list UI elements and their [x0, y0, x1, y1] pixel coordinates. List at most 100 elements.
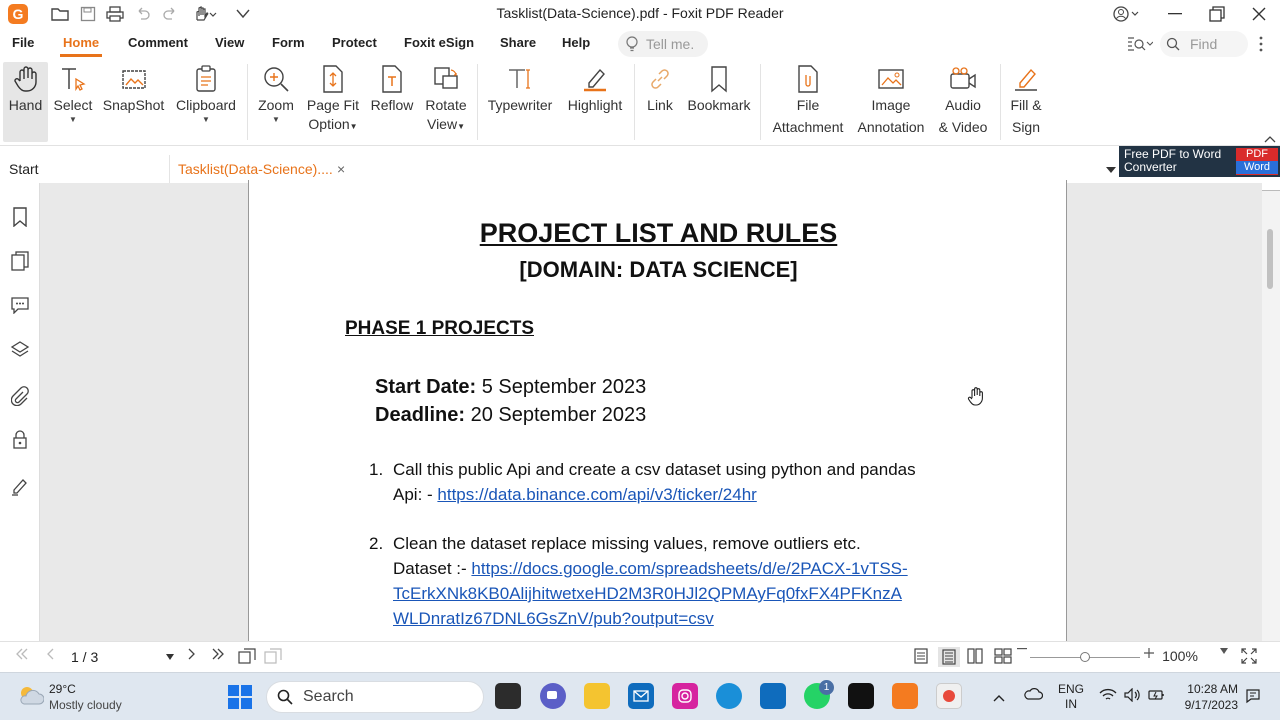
signature-panel-icon[interactable]: [9, 475, 31, 497]
tell-me-search[interactable]: Tell me.: [618, 31, 708, 57]
page-thumbnails-icon[interactable]: [9, 250, 31, 272]
more-options-icon[interactable]: [1259, 36, 1263, 57]
snapshot-button[interactable]: SnapShot: [100, 62, 167, 142]
zoom-in-icon[interactable]: [1142, 648, 1156, 658]
bookmark-panel-icon[interactable]: [9, 206, 31, 228]
bookmark-button[interactable]: Bookmark: [684, 62, 754, 142]
rotate-view-button[interactable]: Rotate View▼: [420, 62, 472, 142]
close-tab-icon[interactable]: ×: [337, 161, 345, 177]
reflow-button[interactable]: Reflow: [367, 62, 417, 142]
store-icon[interactable]: [760, 683, 786, 709]
typewriter-button[interactable]: Typewriter: [483, 62, 557, 142]
image-annotation-button[interactable]: Image Annotation: [853, 62, 929, 142]
menu-home[interactable]: Home: [63, 35, 99, 50]
continuous-view-icon[interactable]: [938, 647, 960, 667]
layers-panel-icon[interactable]: [9, 339, 31, 361]
zoom-slider-knob[interactable]: [1080, 652, 1090, 662]
zoom-out-icon[interactable]: [1016, 648, 1028, 650]
find-input[interactable]: Find: [1160, 31, 1248, 57]
dataset-link-end[interactable]: WLDnratIz67DNL6GsZnV/pub?output=csv: [393, 609, 714, 629]
notification-center-icon[interactable]: [1245, 688, 1261, 709]
task-view-icon[interactable]: [495, 683, 521, 709]
highlight-button[interactable]: Highlight: [561, 62, 629, 142]
tab-document[interactable]: Tasklist(Data-Science)....: [170, 155, 356, 183]
vertical-scrollbar[interactable]: [1262, 183, 1280, 641]
chat-icon[interactable]: [540, 683, 566, 709]
weather-description[interactable]: Mostly cloudy: [49, 698, 122, 712]
menu-protect[interactable]: Protect: [332, 35, 377, 50]
foxit-taskbar-icon[interactable]: [892, 683, 918, 709]
hand-tool-dropdown-icon[interactable]: [192, 4, 218, 24]
next-view-icon[interactable]: [264, 648, 282, 664]
attachments-panel-icon[interactable]: [9, 385, 31, 407]
file-explorer-icon[interactable]: [584, 683, 610, 709]
page-dropdown-icon[interactable]: [166, 654, 174, 660]
foxit-logo-icon[interactable]: G: [8, 4, 28, 24]
restore-button[interactable]: [1194, 0, 1240, 28]
continuous-facing-view-icon[interactable]: [994, 648, 1012, 664]
tradingview-icon[interactable]: [848, 683, 874, 709]
menu-foxit-esign[interactable]: Foxit eSign: [404, 35, 474, 50]
file-attachment-button[interactable]: File Attachment: [767, 62, 849, 142]
last-page-icon[interactable]: [210, 648, 226, 660]
page-fit-option-button[interactable]: Page Fit Option▼: [303, 62, 363, 142]
onedrive-icon[interactable]: [1023, 687, 1044, 706]
undo-icon[interactable]: [133, 4, 153, 24]
tab-start[interactable]: Start: [0, 155, 170, 183]
volume-icon[interactable]: [1124, 687, 1142, 707]
menu-view[interactable]: View: [215, 35, 244, 50]
save-icon[interactable]: [78, 4, 98, 24]
redo-icon[interactable]: [160, 4, 180, 24]
menu-comment[interactable]: Comment: [128, 35, 188, 50]
security-panel-icon[interactable]: [9, 429, 31, 451]
select-dropdown-icon[interactable]: ▼: [69, 116, 77, 124]
link-button[interactable]: Link: [640, 62, 680, 142]
facing-view-icon[interactable]: [966, 648, 984, 664]
previous-view-icon[interactable]: [238, 648, 256, 664]
battery-icon[interactable]: [1148, 688, 1166, 707]
api-link[interactable]: https://data.binance.com/api/v3/ticker/2…: [437, 485, 756, 504]
menu-file[interactable]: File: [12, 35, 34, 50]
hand-tool-button[interactable]: Hand: [3, 62, 48, 142]
language-indicator[interactable]: ENG IN: [1058, 682, 1084, 712]
dataset-link[interactable]: https://docs.google.com/spreadsheets/d/e…: [471, 559, 907, 578]
zoom-button[interactable]: Zoom ▼: [253, 62, 299, 142]
zoom-dropdown-icon[interactable]: ▼: [272, 116, 280, 124]
account-icon[interactable]: [1110, 4, 1142, 24]
pdf-to-word-ad[interactable]: Free PDF to Word Converter PDF Word: [1119, 146, 1280, 177]
menu-form[interactable]: Form: [272, 35, 305, 50]
tab-list-dropdown-icon[interactable]: [1106, 161, 1116, 179]
show-hidden-icons-icon[interactable]: [993, 689, 1005, 707]
page-number-field[interactable]: 1 / 3: [64, 646, 178, 668]
zoom-level-value[interactable]: 100%: [1160, 648, 1200, 664]
search-options-icon[interactable]: [1127, 36, 1154, 57]
taskbar-search[interactable]: Search: [266, 681, 484, 713]
windows-start-icon[interactable]: [228, 685, 252, 714]
print-icon[interactable]: [105, 4, 125, 24]
dataset-link-continued[interactable]: TcErkXNk8KB0AlijhitwetxeHD2M3R0HJl2QPMAy…: [393, 584, 902, 604]
open-folder-icon[interactable]: [50, 4, 70, 24]
fullscreen-icon[interactable]: [1240, 648, 1258, 664]
instagram-icon[interactable]: [672, 683, 698, 709]
next-page-icon[interactable]: [184, 648, 200, 660]
weather-cloud-icon[interactable]: [16, 684, 45, 711]
minimize-button[interactable]: [1152, 0, 1198, 28]
audio-video-button[interactable]: Audio & Video: [933, 62, 993, 142]
weather-temperature[interactable]: 29°C: [49, 682, 76, 696]
single-page-view-icon[interactable]: [912, 648, 930, 664]
menu-help[interactable]: Help: [562, 35, 590, 50]
clock[interactable]: 10:28 AM 9/17/2023: [1178, 681, 1238, 713]
close-window-button[interactable]: [1236, 0, 1280, 28]
mail-icon[interactable]: [628, 683, 654, 709]
pdf-page[interactable]: PROJECT LIST AND RULES [DOMAIN: DATA SCI…: [248, 180, 1067, 642]
fill-sign-button[interactable]: Fill & Sign: [1005, 62, 1047, 142]
app-taskbar-icon[interactable]: [936, 683, 962, 709]
clipboard-button[interactable]: Clipboard ▼: [170, 62, 242, 142]
comments-panel-icon[interactable]: [9, 294, 31, 316]
zoom-dropdown-icon[interactable]: [1219, 648, 1229, 654]
previous-page-icon[interactable]: [42, 648, 58, 660]
select-tool-button[interactable]: Select ▼: [50, 62, 96, 142]
scrollbar-thumb[interactable]: [1267, 229, 1273, 289]
customize-toolbar-icon[interactable]: [233, 4, 253, 24]
menu-share[interactable]: Share: [500, 35, 536, 50]
